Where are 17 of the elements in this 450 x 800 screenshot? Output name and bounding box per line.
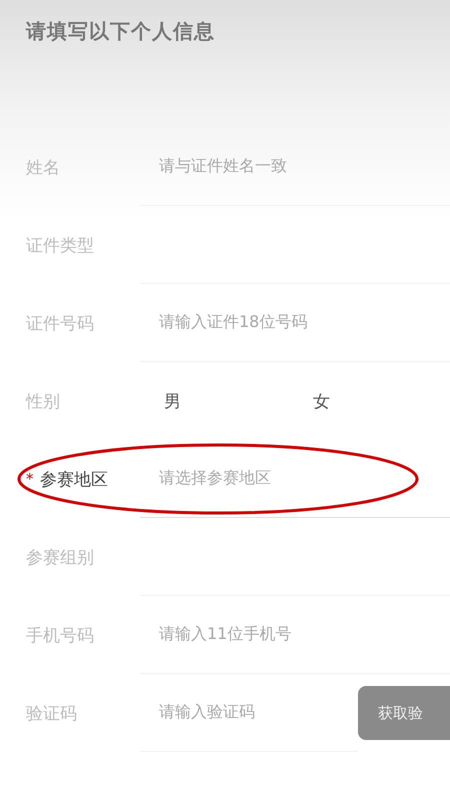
field-label: 证件号码 [26, 312, 94, 334]
get-code-button[interactable]: 获取验 [358, 686, 450, 740]
field-label: 姓名 [26, 156, 60, 178]
field-label: 手机号码 [26, 624, 94, 646]
gender-option[interactable]: 女 [313, 390, 330, 412]
input-field[interactable]: 请输入11位手机号 [140, 596, 450, 674]
field-label: 参赛组别 [26, 546, 94, 568]
field-label: 性别 [26, 390, 60, 412]
input-field[interactable]: 请与证件姓名一致 [140, 128, 450, 206]
field-label: 参赛地区 [40, 468, 108, 490]
input-field[interactable]: 请输入证件18位号码 [140, 284, 450, 362]
select-field[interactable]: 请选择参赛地区 [140, 440, 450, 518]
form-title: 请填写以下个人信息 [26, 18, 216, 45]
field-label: 验证码 [26, 702, 77, 724]
gender-option[interactable]: 男 [164, 390, 181, 412]
required-mark: * [26, 470, 34, 488]
field-label: 证件类型 [26, 234, 94, 256]
